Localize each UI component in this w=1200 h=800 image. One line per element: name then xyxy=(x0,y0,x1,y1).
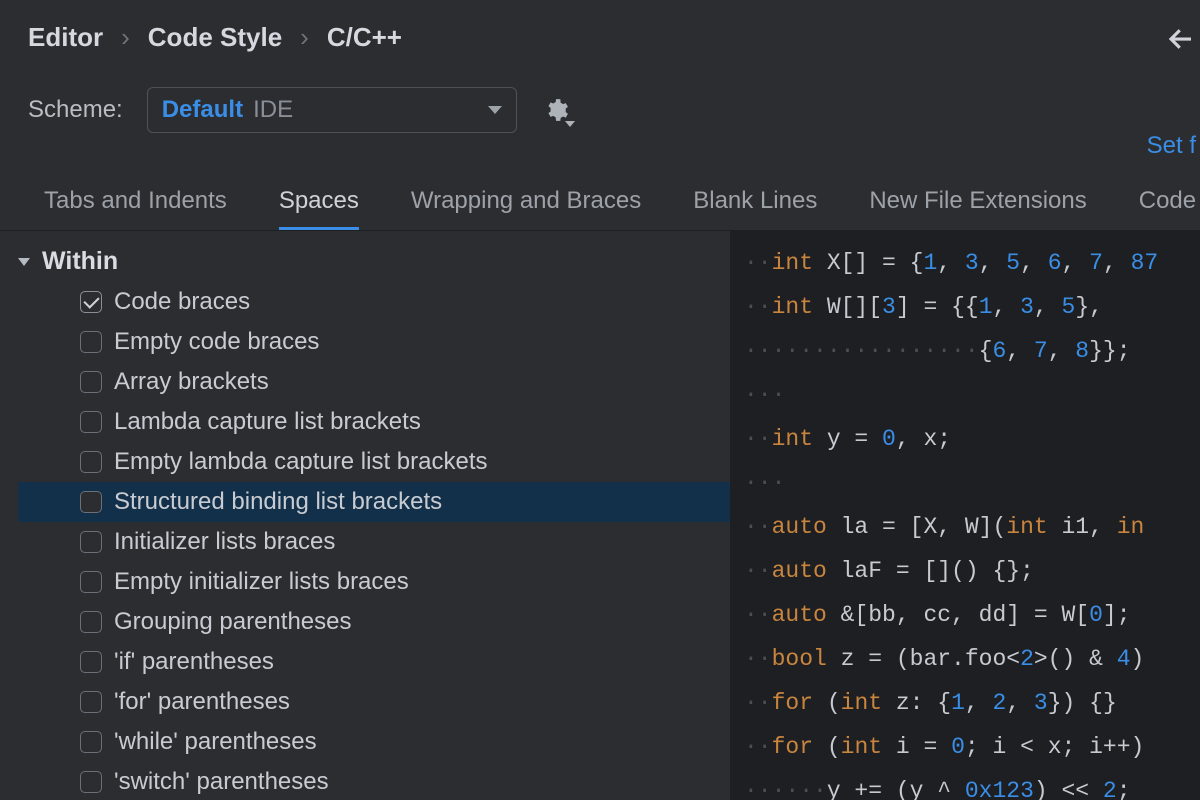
option--while-parentheses[interactable]: 'while' parentheses xyxy=(18,722,730,762)
option-label: Lambda capture list brackets xyxy=(114,408,421,436)
option-code-braces[interactable]: Code braces xyxy=(18,282,730,322)
checkbox[interactable] xyxy=(80,411,102,433)
option-grouping-parentheses[interactable]: Grouping parentheses xyxy=(18,602,730,642)
code-line: ··· xyxy=(730,373,1200,417)
checkbox[interactable] xyxy=(80,691,102,713)
options-panel: Within Code braces Empty code braces Array… xyxy=(0,231,730,800)
checkbox[interactable] xyxy=(80,731,102,753)
checkbox[interactable] xyxy=(80,451,102,473)
checkbox[interactable] xyxy=(80,531,102,553)
checkbox[interactable] xyxy=(80,371,102,393)
option--if-parentheses[interactable]: 'if' parentheses xyxy=(18,642,730,682)
option--for-parentheses[interactable]: 'for' parentheses xyxy=(18,682,730,722)
breadcrumb-item[interactable]: Code Style xyxy=(148,22,282,53)
tab-new-file-extensions[interactable]: New File Extensions xyxy=(869,187,1086,230)
option-label: Empty lambda capture list brackets xyxy=(114,448,488,476)
checkbox[interactable] xyxy=(80,491,102,513)
scheme-label: Scheme: xyxy=(28,96,123,124)
checkbox[interactable] xyxy=(80,571,102,593)
code-line: ··int X[] = {1, 3, 5, 6, 7, 87 xyxy=(730,241,1200,285)
breadcrumb-item[interactable]: Editor xyxy=(28,22,103,53)
tabs: Tabs and Indents Spaces Wrapping and Brace… xyxy=(0,187,1200,230)
chevron-down-icon xyxy=(488,106,502,114)
code-line: ··int y = 0, x; xyxy=(730,417,1200,461)
option-empty-code-braces[interactable]: Empty code braces xyxy=(18,322,730,362)
checkbox[interactable] xyxy=(80,291,102,313)
gear-icon xyxy=(543,97,569,123)
checkbox[interactable] xyxy=(80,331,102,353)
tab-code-gener[interactable]: Code Gener xyxy=(1139,187,1200,230)
code-line: ··auto &[bb, cc, dd] = W[0]; xyxy=(730,593,1200,637)
tab-spaces[interactable]: Spaces xyxy=(279,187,359,230)
code-line: ··for (int z: {1, 2, 3}) {} xyxy=(730,681,1200,725)
option-label: Empty initializer lists braces xyxy=(114,568,409,596)
chevron-down-icon xyxy=(18,258,30,266)
option-initializer-lists-braces[interactable]: Initializer lists braces xyxy=(18,522,730,562)
breadcrumb: Editor › Code Style › C/C++ xyxy=(28,22,1172,53)
option-lambda-capture-list-brackets[interactable]: Lambda capture list brackets xyxy=(18,402,730,442)
option-label: 'for' parentheses xyxy=(114,688,290,716)
checkbox[interactable] xyxy=(80,611,102,633)
section-title: Within xyxy=(42,247,118,276)
scheme-select[interactable]: Default IDE xyxy=(147,87,517,133)
checkbox[interactable] xyxy=(80,771,102,793)
back-arrow-icon[interactable] xyxy=(1166,24,1196,54)
set-from-link[interactable]: Set f xyxy=(1147,132,1196,160)
tab-wrapping-and-braces[interactable]: Wrapping and Braces xyxy=(411,187,641,230)
section-within-header[interactable]: Within xyxy=(18,243,730,282)
option-label: 'switch' parentheses xyxy=(114,768,329,796)
option-label: 'while' parentheses xyxy=(114,728,317,756)
option-empty-initializer-lists-braces[interactable]: Empty initializer lists braces xyxy=(18,562,730,602)
option-label: Array brackets xyxy=(114,368,269,396)
code-line: ··for (int i = 0; i < x; i++) xyxy=(730,725,1200,769)
code-line: ··bool z = (bar.foo<2>() & 4) xyxy=(730,637,1200,681)
tab-blank-lines[interactable]: Blank Lines xyxy=(693,187,817,230)
option-empty-lambda-capture-list-brackets[interactable]: Empty lambda capture list brackets xyxy=(18,442,730,482)
scheme-badge: IDE xyxy=(253,96,293,124)
code-line: ··int W[][3] = {{1, 3, 5}, xyxy=(730,285,1200,329)
option-array-brackets[interactable]: Array brackets xyxy=(18,362,730,402)
code-line: ··auto laF = []() {}; xyxy=(730,549,1200,593)
option-label: Grouping parentheses xyxy=(114,608,352,636)
code-line: ·················{6, 7, 8}}; xyxy=(730,329,1200,373)
code-line: ··auto la = [X, W](int i1, in xyxy=(730,505,1200,549)
option-label: Code braces xyxy=(114,288,250,316)
option-label: Empty code braces xyxy=(114,328,319,356)
code-line: ······y += (y ^ 0x123) << 2; xyxy=(730,769,1200,800)
tab-tabs-and-indents[interactable]: Tabs and Indents xyxy=(44,187,227,230)
chevron-right-icon: › xyxy=(300,22,309,53)
chevron-right-icon: › xyxy=(121,22,130,53)
scheme-settings-button[interactable] xyxy=(541,95,571,125)
dropdown-small-icon xyxy=(565,121,575,127)
option--switch-parentheses[interactable]: 'switch' parentheses xyxy=(18,762,730,800)
checkbox[interactable] xyxy=(80,651,102,673)
option-structured-binding-list-brackets[interactable]: Structured binding list brackets xyxy=(18,482,730,522)
breadcrumb-item[interactable]: C/C++ xyxy=(327,22,402,53)
option-label: 'if' parentheses xyxy=(114,648,274,676)
option-label: Initializer lists braces xyxy=(114,528,335,556)
code-line: ··· xyxy=(730,461,1200,505)
option-label: Structured binding list brackets xyxy=(114,488,442,516)
code-preview: ··int X[] = {1, 3, 5, 6, 7, 87··int W[][… xyxy=(730,231,1200,800)
scheme-name: Default xyxy=(162,96,243,124)
